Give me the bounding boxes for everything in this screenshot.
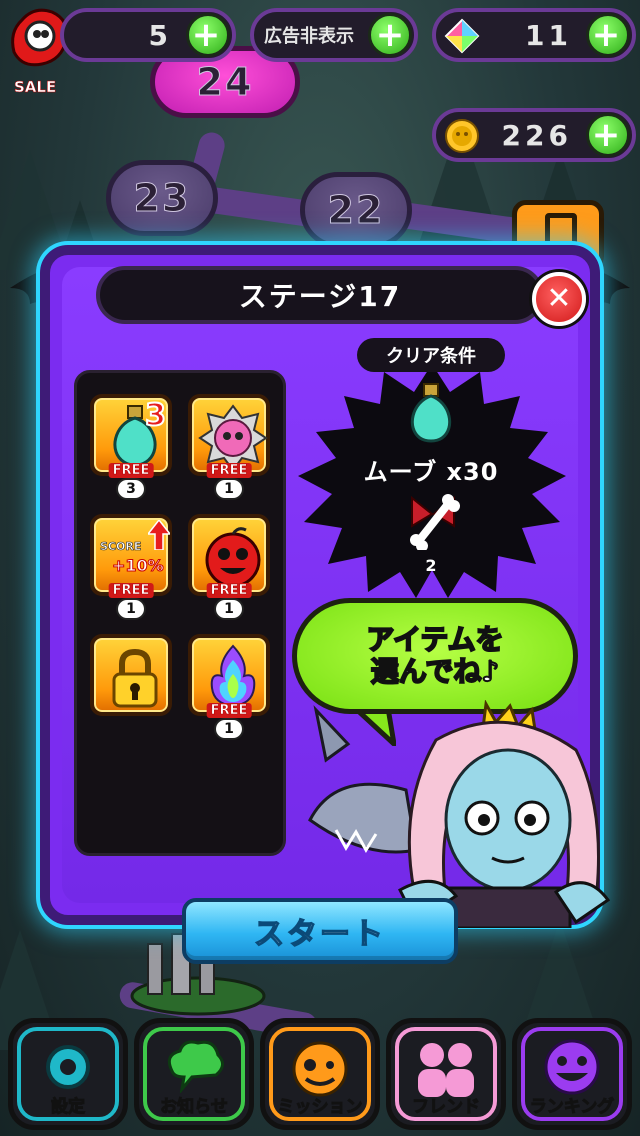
stage-node-22[interactable]: 22 [300, 172, 412, 248]
hint-speech-bubble: アイテムを 選んでね♪ [292, 598, 578, 714]
plus-icon: + [191, 15, 225, 55]
friends-icon [418, 1043, 474, 1097]
bone-target-count: 2 [425, 556, 437, 575]
plus-icon: + [591, 15, 625, 55]
coins-counter: 226 + [432, 108, 636, 162]
item-red-bomb-face[interactable]: FREE 1 [188, 514, 270, 620]
stage-node-label: 24 [196, 60, 254, 105]
stage-node-label: 22 [327, 188, 385, 233]
nav-ranking-label: ランキング [529, 1097, 615, 1118]
item-stock-number: 3 [144, 397, 167, 434]
up-arrow-icon [148, 520, 170, 550]
gems-count: 11 [525, 18, 572, 52]
free-badge: FREE [206, 583, 252, 598]
stage-title: ステージ17 [238, 280, 402, 313]
nav-mission-label: ミッション [277, 1097, 363, 1118]
red-bomb-face-icon [205, 527, 261, 588]
stage-node-23[interactable]: 23 [106, 160, 218, 236]
gear-icon [46, 1045, 90, 1089]
stage-node-label: 23 [133, 176, 191, 221]
clear-condition-text: クリア条件 [386, 346, 476, 367]
sale-label: SALE [14, 78, 57, 97]
nav-mission-button[interactable]: ミッション [260, 1018, 380, 1130]
item-locked[interactable] [90, 634, 172, 716]
start-label: スタート [253, 916, 386, 953]
item-count: 1 [214, 478, 244, 500]
plus-icon: + [375, 15, 405, 55]
bone-ribbon-icon [410, 494, 460, 550]
free-badge: FREE [108, 583, 154, 598]
item-count: 3 [116, 478, 146, 500]
nav-friends-button[interactable]: フレンド [386, 1018, 506, 1130]
start-button[interactable]: スタート [182, 898, 458, 964]
speech-line-2: 選んでね♪ [370, 654, 500, 688]
gems-counter: 11 + [432, 8, 636, 62]
rainbow-flame-icon [210, 644, 256, 708]
nav-news-label: お知らせ [160, 1097, 229, 1118]
free-badge: FREE [108, 463, 154, 478]
lives-count: 5 [148, 18, 172, 52]
close-icon: ✕ [546, 281, 572, 316]
add-gems-button[interactable]: + [586, 13, 630, 57]
ad-remove-label: 広告非表示 [264, 26, 354, 47]
moves-limit: ムーブ x30 [363, 458, 499, 486]
nav-friends-label: フレンド [412, 1097, 481, 1118]
zombie-princess-character [308, 700, 611, 928]
add-coins-button[interactable]: + [586, 113, 630, 157]
plus-icon: + [591, 115, 625, 155]
gem-icon [444, 18, 480, 54]
lock-icon [112, 648, 158, 708]
add-lives-button[interactable]: + [186, 13, 230, 57]
nav-settings-label: 設定 [51, 1097, 86, 1118]
ad-remove-plus-button[interactable]: + [368, 13, 412, 57]
item-striped-bear[interactable]: FREE 1 [188, 394, 270, 500]
lives-counter: 5 + [60, 8, 236, 62]
nav-ranking-button[interactable]: ランキング [512, 1018, 632, 1130]
potion-goal-icon [410, 383, 452, 443]
nav-news-button[interactable]: お知らせ [134, 1018, 254, 1130]
item-rainbow-flame[interactable]: FREE 1 [188, 634, 270, 740]
free-badge: FREE [206, 463, 252, 478]
item-count: 1 [116, 598, 146, 620]
pumpkin-face-icon [292, 1041, 348, 1097]
speech-cloud-icon [167, 1040, 224, 1093]
nav-settings-button[interactable]: 設定 [8, 1018, 128, 1130]
free-badge: FREE [206, 703, 252, 718]
item-score-boost[interactable]: SCORE +10% FREE 1 [90, 514, 172, 620]
speech-line-1: アイテムを [365, 622, 504, 656]
close-button[interactable]: ✕ [532, 272, 586, 326]
stage-title-bar: ステージ17 [96, 266, 544, 324]
item-count: 1 [214, 598, 244, 620]
grinning-face-icon [544, 1039, 600, 1095]
score-label: SCORE [100, 540, 142, 554]
item-count: 1 [214, 718, 244, 740]
coins-count: 226 [501, 118, 572, 152]
item-potion[interactable]: 3 FREE 3 [90, 394, 172, 500]
clear-condition-label: クリア条件 [357, 338, 505, 372]
score-bonus-label: +10% [112, 556, 165, 576]
coin-icon [445, 119, 479, 153]
ad-remove-button[interactable]: 広告非表示 + [250, 8, 418, 62]
striped-bear-icon [198, 404, 268, 470]
